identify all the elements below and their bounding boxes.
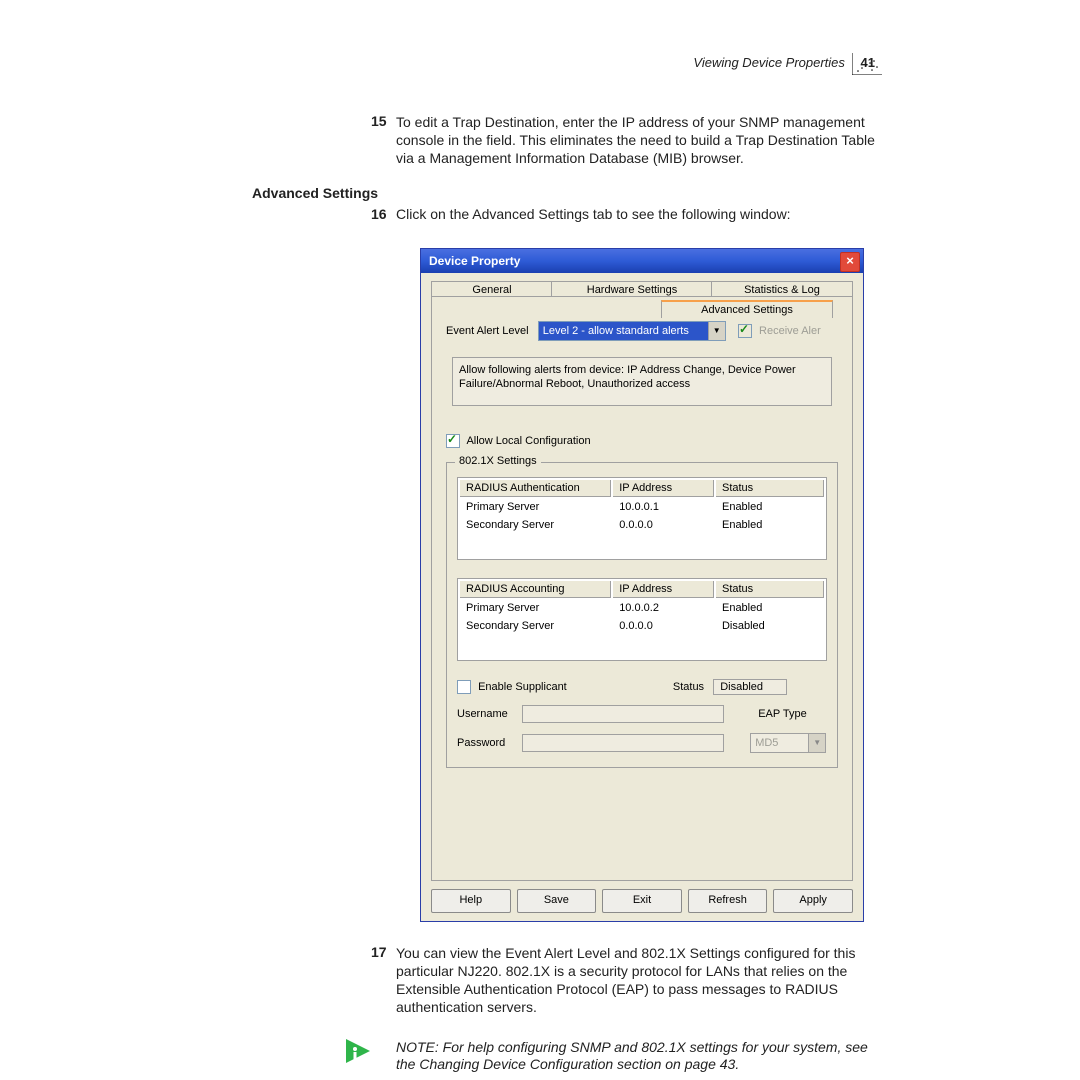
help-button[interactable]: Help [431, 889, 511, 913]
dialog-title: Device Property [429, 254, 520, 268]
radius-acct-table: RADIUS Accounting IP Address Status Prim… [457, 578, 827, 661]
refresh-button[interactable]: Refresh [688, 889, 768, 913]
exit-button[interactable]: Exit [602, 889, 682, 913]
step-15-number: 15 [371, 113, 387, 129]
step-17-number: 17 [371, 944, 387, 960]
enable-supplicant-checkbox[interactable] [457, 680, 471, 694]
auth-col-1: IP Address [613, 480, 714, 497]
page-corner-dots [852, 53, 882, 75]
auth-col-0: RADIUS Authentication [460, 480, 611, 497]
receive-alert-checkbox [738, 324, 752, 338]
enable-supplicant-label: Enable Supplicant [478, 681, 567, 693]
acct-col-0: RADIUS Accounting [460, 581, 611, 598]
device-property-dialog: Device Property × General Hardware Setti… [420, 248, 864, 922]
step-16-text: Click on the Advanced Settings tab to se… [396, 206, 886, 222]
table-row[interactable]: Secondary Server 0.0.0.0 Disabled [460, 618, 824, 634]
tab-panel-advanced: Event Alert Level Level 2 - allow standa… [431, 296, 853, 881]
eap-type-value: MD5 [755, 737, 778, 749]
chevron-down-icon[interactable]: ▼ [708, 322, 725, 340]
8021x-legend: 802.1X Settings [455, 455, 541, 467]
table-row[interactable]: Secondary Server 0.0.0.0 Enabled [460, 517, 824, 533]
8021x-group: 802.1X Settings RADIUS Authentication IP… [446, 462, 838, 768]
acct-col-1: IP Address [613, 581, 714, 598]
acct-col-2: Status [716, 581, 824, 598]
event-alert-combo[interactable]: Level 2 - allow standard alerts ▼ [538, 321, 726, 341]
step-15-text: To edit a Trap Destination, enter the IP… [396, 113, 886, 167]
allow-local-config-label: Allow Local Configuration [466, 435, 590, 447]
supp-status-value: Disabled [713, 679, 787, 695]
password-label: Password [457, 737, 519, 749]
table-row[interactable]: Primary Server 10.0.0.2 Enabled [460, 600, 824, 616]
chevron-down-icon: ▼ [808, 734, 825, 752]
advanced-settings-heading: Advanced Settings [252, 185, 378, 201]
auth-col-2: Status [716, 480, 824, 497]
apply-button[interactable]: Apply [773, 889, 853, 913]
username-label: Username [457, 708, 519, 720]
event-alert-label: Event Alert Level [446, 325, 529, 337]
radius-auth-table: RADIUS Authentication IP Address Status … [457, 477, 827, 560]
supp-status-label: Status [673, 681, 704, 693]
close-icon[interactable]: × [840, 252, 860, 272]
step-16-number: 16 [371, 206, 387, 222]
running-title: Viewing Device Properties [693, 55, 845, 70]
event-alert-value: Level 2 - allow standard alerts [543, 325, 689, 337]
eap-type-combo[interactable]: MD5 ▼ [750, 733, 826, 753]
dialog-titlebar[interactable]: Device Property × [421, 249, 863, 273]
note-text: NOTE: For help configuring SNMP and 802.… [396, 1039, 886, 1073]
step-17-text: You can view the Event Alert Level and 8… [396, 944, 886, 1016]
dialog-buttons: Help Save Exit Refresh Apply [431, 889, 853, 913]
password-input[interactable] [522, 734, 724, 752]
running-header: Viewing Device Properties 41 [693, 55, 875, 70]
info-icon [344, 1037, 372, 1065]
receive-alert-label: Receive Aler [759, 325, 821, 337]
allow-local-config-checkbox[interactable] [446, 434, 460, 448]
eap-type-label: EAP Type [758, 708, 807, 720]
alert-description-box: Allow following alerts from device: IP A… [452, 357, 832, 406]
save-button[interactable]: Save [517, 889, 597, 913]
username-input[interactable] [522, 705, 724, 723]
tab-advanced[interactable]: Advanced Settings [661, 300, 833, 318]
table-row[interactable]: Primary Server 10.0.0.1 Enabled [460, 499, 824, 515]
